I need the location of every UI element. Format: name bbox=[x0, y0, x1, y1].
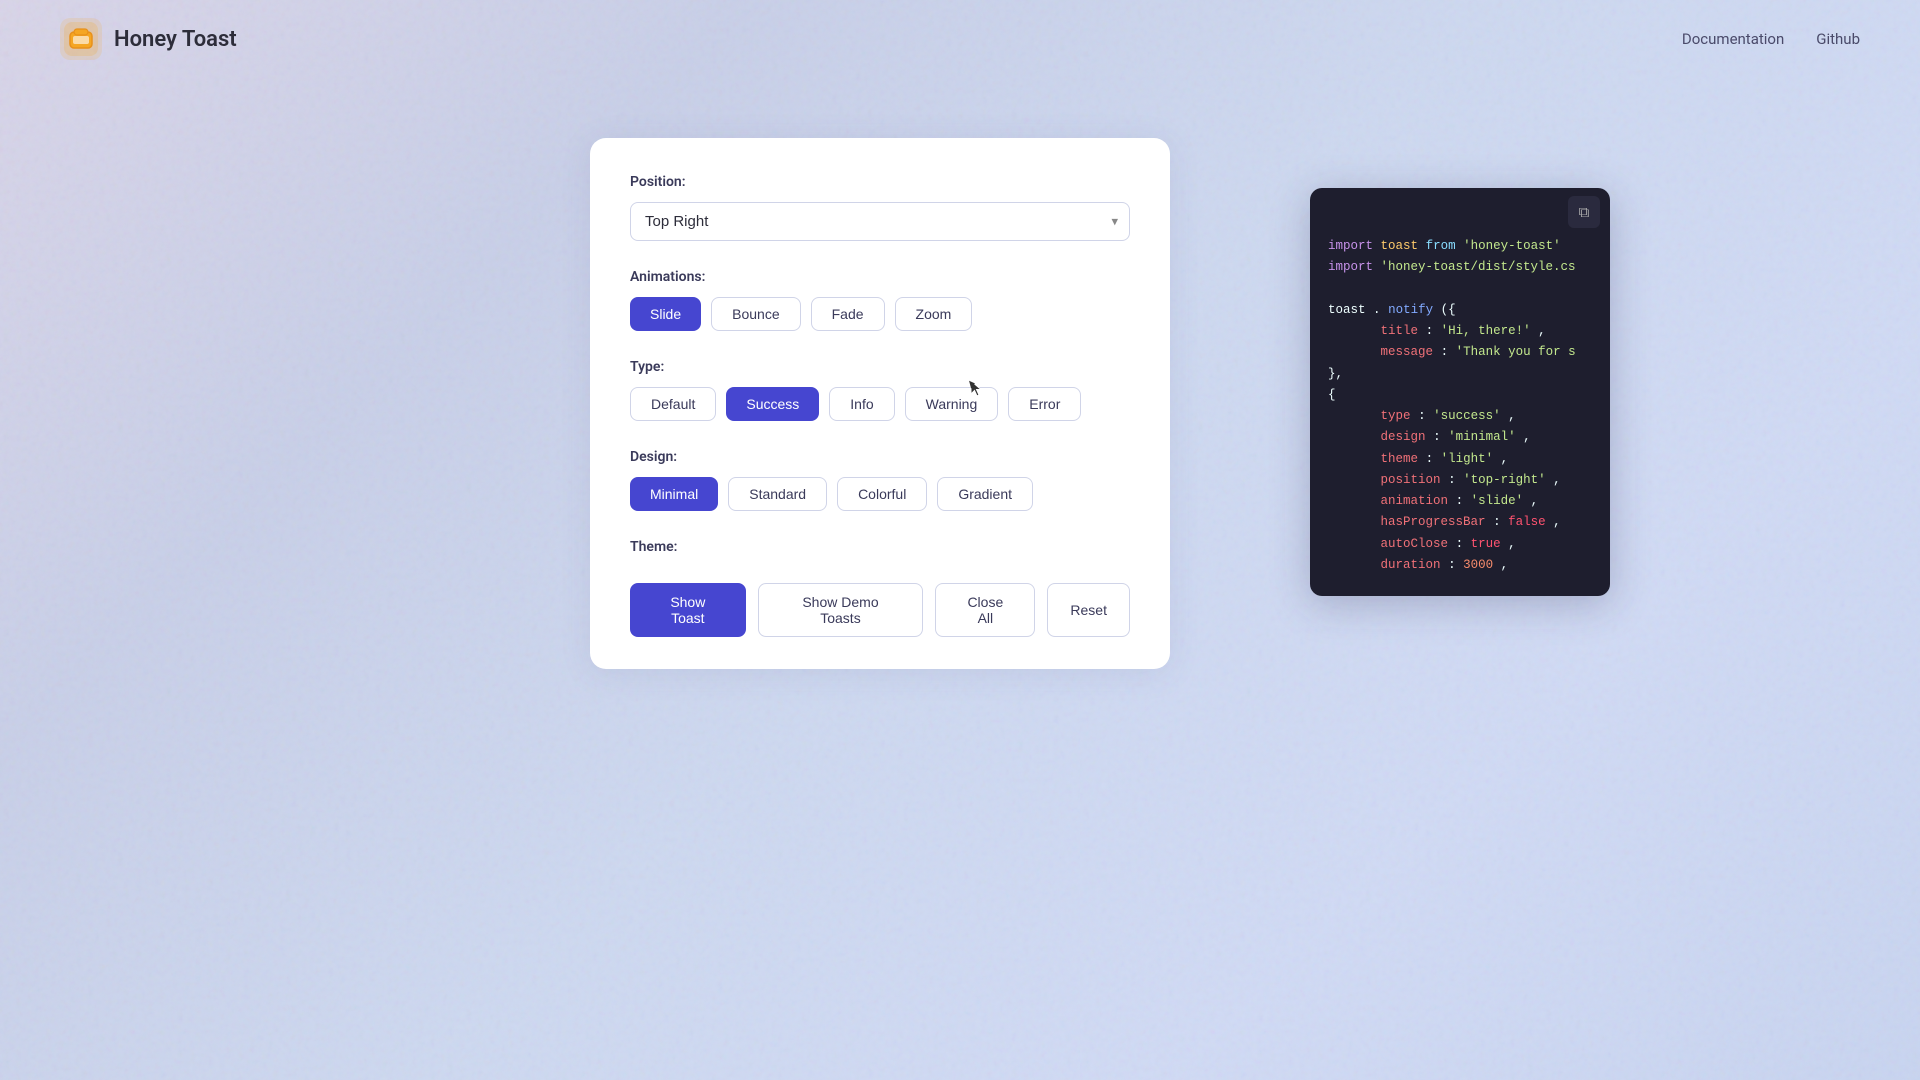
design-section: Design: Minimal Standard Colorful Gradie… bbox=[630, 449, 1130, 511]
animation-zoom-button[interactable]: Zoom bbox=[895, 297, 973, 331]
code-line: duration : 3000 , bbox=[1328, 555, 1592, 576]
type-default-button[interactable]: Default bbox=[630, 387, 716, 421]
action-row: Show Toast Show Demo Toasts Close All Re… bbox=[630, 583, 1130, 637]
code-panel: ⧉ import toast from 'honey-toast' import… bbox=[1310, 188, 1610, 596]
header: Honey Toast Documentation Github bbox=[0, 0, 1920, 78]
copy-code-button[interactable]: ⧉ bbox=[1568, 196, 1600, 228]
code-line: { bbox=[1328, 385, 1592, 406]
position-section: Position: Top Right Top Left Bottom Righ… bbox=[630, 174, 1130, 241]
copy-icon: ⧉ bbox=[1579, 204, 1590, 221]
animation-fade-button[interactable]: Fade bbox=[811, 297, 885, 331]
github-link[interactable]: Github bbox=[1816, 30, 1860, 48]
design-label: Design: bbox=[630, 449, 1130, 465]
code-line: import toast from 'honey-toast' bbox=[1328, 236, 1592, 257]
theme-label: Theme: bbox=[630, 539, 1130, 555]
code-header: ⧉ bbox=[1310, 188, 1610, 232]
animations-label: Animations: bbox=[630, 269, 1130, 285]
show-toast-button[interactable]: Show Toast bbox=[630, 583, 746, 637]
documentation-link[interactable]: Documentation bbox=[1682, 30, 1784, 48]
position-label: Position: bbox=[630, 174, 1130, 190]
reset-button[interactable]: Reset bbox=[1047, 583, 1130, 637]
main: Position: Top Right Top Left Bottom Righ… bbox=[0, 78, 1920, 669]
type-success-button[interactable]: Success bbox=[726, 387, 819, 421]
code-line: toast . notify ({ bbox=[1328, 300, 1592, 321]
code-line: position : 'top-right' , bbox=[1328, 470, 1592, 491]
animation-slide-button[interactable]: Slide bbox=[630, 297, 701, 331]
type-error-button[interactable]: Error bbox=[1008, 387, 1081, 421]
theme-section: Theme: bbox=[630, 539, 1130, 555]
code-line: theme : 'light' , bbox=[1328, 449, 1592, 470]
position-select-wrapper: Top Right Top Left Bottom Right Bottom L… bbox=[630, 202, 1130, 241]
type-group: Default Success Info Warning Error bbox=[630, 387, 1130, 421]
code-line: }, bbox=[1328, 364, 1592, 385]
design-gradient-button[interactable]: Gradient bbox=[937, 477, 1033, 511]
code-line: animation : 'slide' , bbox=[1328, 491, 1592, 512]
design-minimal-button[interactable]: Minimal bbox=[630, 477, 718, 511]
code-line: autoClose : true , bbox=[1328, 534, 1592, 555]
animations-group: Slide Bounce Fade Zoom bbox=[630, 297, 1130, 331]
code-body: import toast from 'honey-toast' import '… bbox=[1310, 232, 1610, 596]
logo-icon bbox=[60, 18, 102, 60]
logo-area: Honey Toast bbox=[60, 18, 237, 60]
code-line: design : 'minimal' , bbox=[1328, 427, 1592, 448]
design-standard-button[interactable]: Standard bbox=[728, 477, 827, 511]
type-info-button[interactable]: Info bbox=[829, 387, 894, 421]
code-line bbox=[1328, 279, 1592, 300]
code-line: hasProgressBar : false , bbox=[1328, 512, 1592, 533]
animations-section: Animations: Slide Bounce Fade Zoom bbox=[630, 269, 1130, 331]
position-select[interactable]: Top Right Top Left Bottom Right Bottom L… bbox=[630, 202, 1130, 241]
control-panel: Position: Top Right Top Left Bottom Righ… bbox=[590, 138, 1170, 669]
code-line: type : 'success' , bbox=[1328, 406, 1592, 427]
type-section: Type: Default Success Info Warning Error bbox=[630, 359, 1130, 421]
design-group: Minimal Standard Colorful Gradient bbox=[630, 477, 1130, 511]
design-colorful-button[interactable]: Colorful bbox=[837, 477, 927, 511]
code-line: title : 'Hi, there!' , bbox=[1328, 321, 1592, 342]
code-line: message : 'Thank you for s bbox=[1328, 342, 1592, 363]
nav: Documentation Github bbox=[1682, 30, 1860, 48]
type-label: Type: bbox=[630, 359, 1130, 375]
animation-bounce-button[interactable]: Bounce bbox=[711, 297, 800, 331]
close-all-button[interactable]: Close All bbox=[935, 583, 1035, 637]
show-demo-toasts-button[interactable]: Show Demo Toasts bbox=[758, 583, 924, 637]
app-title: Honey Toast bbox=[114, 27, 237, 52]
type-warning-button[interactable]: Warning bbox=[905, 387, 999, 421]
code-line: import 'honey-toast/dist/style.cs bbox=[1328, 257, 1592, 278]
